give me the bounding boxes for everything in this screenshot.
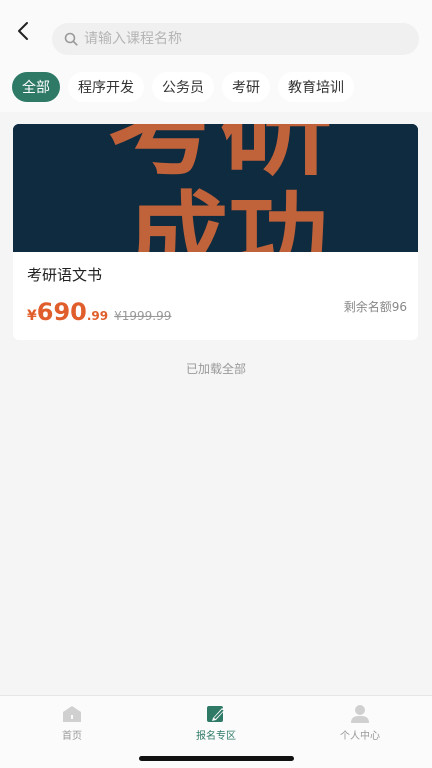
search-box[interactable] <box>52 23 419 55</box>
home-icon <box>63 706 81 722</box>
cover-artwork: 考研 成功 <box>13 124 418 252</box>
tab-programming[interactable]: 程序开发 <box>68 72 144 102</box>
search-input[interactable] <box>84 31 384 47</box>
tab-education-training[interactable]: 教育培训 <box>278 72 354 102</box>
tab-all[interactable]: 全部 <box>12 72 60 102</box>
nav-label-home: 首页 <box>62 731 82 742</box>
tab-civil-servant[interactable]: 公务员 <box>152 72 214 102</box>
edit-icon <box>207 706 225 722</box>
nav-item-profile[interactable]: 个人中心 <box>310 704 410 742</box>
course-title: 考研语文书 <box>27 266 103 284</box>
nav-label-profile: 个人中心 <box>340 731 380 742</box>
header <box>0 0 432 62</box>
original-price: ¥1999.99 <box>114 309 172 323</box>
price-integer: 690 <box>36 298 87 326</box>
list-end-status: 已加载全部 <box>185 362 246 376</box>
course-card[interactable]: 考研 成功 考研语文书 ¥ 690 .99 ¥1999.99 剩余名额96 <box>13 124 418 340</box>
nav-label-enrollment: 报名专区 <box>196 731 236 742</box>
tab-postgraduate-exam[interactable]: 考研 <box>222 72 270 102</box>
course-cover-image[interactable]: 考研 成功 <box>13 124 418 252</box>
chevron-left-icon <box>18 22 28 40</box>
home-indicator[interactable] <box>139 756 294 761</box>
remaining-quota: 剩余名额96 <box>343 300 407 314</box>
course-list-page: 全部 程序开发 公务员 考研 教育培训 考研 成功 考研语文书 ¥ 690 .9… <box>0 0 432 768</box>
cover-text-line2: 成功 <box>128 181 328 252</box>
price-row: ¥ 690 .99 ¥1999.99 剩余名额96 <box>27 298 407 326</box>
search-icon <box>64 32 78 46</box>
nav-item-home[interactable]: 首页 <box>22 704 122 742</box>
price-symbol: ¥ <box>27 308 37 324</box>
price-decimal: .99 <box>86 309 109 323</box>
user-icon <box>351 705 369 723</box>
category-tabs: 全部 程序开发 公务员 考研 教育培训 <box>0 62 432 112</box>
back-button[interactable] <box>0 8 46 54</box>
nav-item-enrollment[interactable]: 报名专区 <box>166 704 266 742</box>
